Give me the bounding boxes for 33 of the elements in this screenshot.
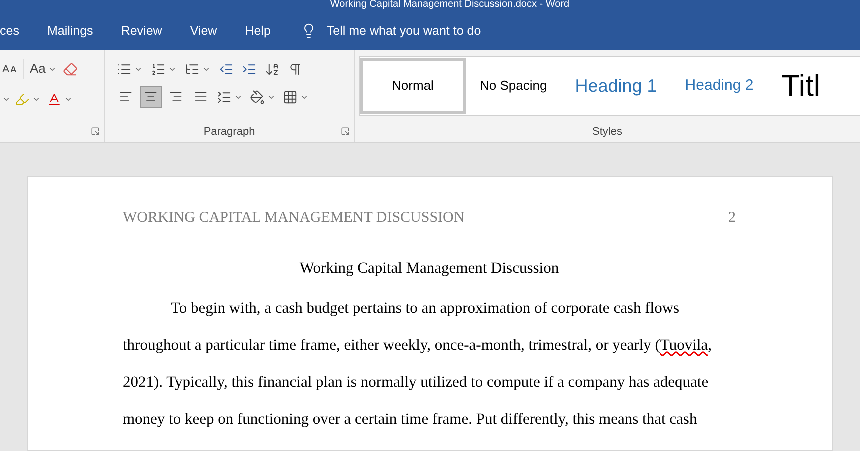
dialog-launcher-icon[interactable]: [91, 127, 100, 136]
dialog-launcher-icon[interactable]: [341, 127, 350, 136]
style-option[interactable]: No Spacing: [466, 58, 562, 114]
highlighter-icon: [15, 92, 30, 106]
change-case-button[interactable]: Aa: [23, 59, 57, 79]
paint-bucket-icon: [250, 90, 265, 104]
group-label: Styles: [592, 124, 624, 140]
group-label: Paragraph: [204, 124, 256, 140]
ribbon-tab[interactable]: Review: [121, 22, 162, 40]
ribbon-tab[interactable]: ces: [0, 22, 20, 40]
style-option[interactable]: Titl: [768, 58, 835, 114]
align-icon: [144, 90, 158, 104]
page-number: 2: [728, 209, 736, 228]
align-button[interactable]: [140, 86, 162, 108]
align-icon: [169, 90, 183, 104]
style-option[interactable]: Heading 2: [671, 58, 768, 114]
style-option[interactable]: Heading 1: [561, 58, 672, 114]
numbered-list-icon: [151, 62, 166, 76]
font-color-icon: [47, 92, 62, 106]
align-icon: [119, 90, 133, 104]
document-title: Working Capital Management Discussion: [300, 258, 560, 278]
tell-me-field[interactable]: Tell me what you want to do: [300, 22, 482, 40]
ribbon-tab[interactable]: View: [190, 22, 218, 40]
body-paragraph: To begin with, a cash budget pertains to an approximation of corporate cash flows throughout a particular time frame, either weekly, once-a-month, trimestral, or yearly (Tuovila, 2021). Typically, this financial plan is normally utilized to compute if a company has adequate money to keep on functioning over a certain time frame. Put differently, this means that cash: [123, 298, 713, 430]
ribbon-tab[interactable]: Mailings: [47, 22, 94, 40]
align-icon: [194, 90, 208, 104]
window-title: Working Capital Management Discussion.docx - Word: [330, 0, 570, 10]
multilevel-list-icon: [185, 62, 200, 76]
style-option[interactable]: Normal: [360, 58, 466, 114]
line-spacing-icon: [217, 90, 232, 104]
borders-icon: [283, 90, 298, 104]
running-header: WORKING CAPITAL MANAGEMENT DISCUSSION: [123, 209, 465, 228]
ribbon-tab[interactable]: Help: [245, 22, 271, 40]
